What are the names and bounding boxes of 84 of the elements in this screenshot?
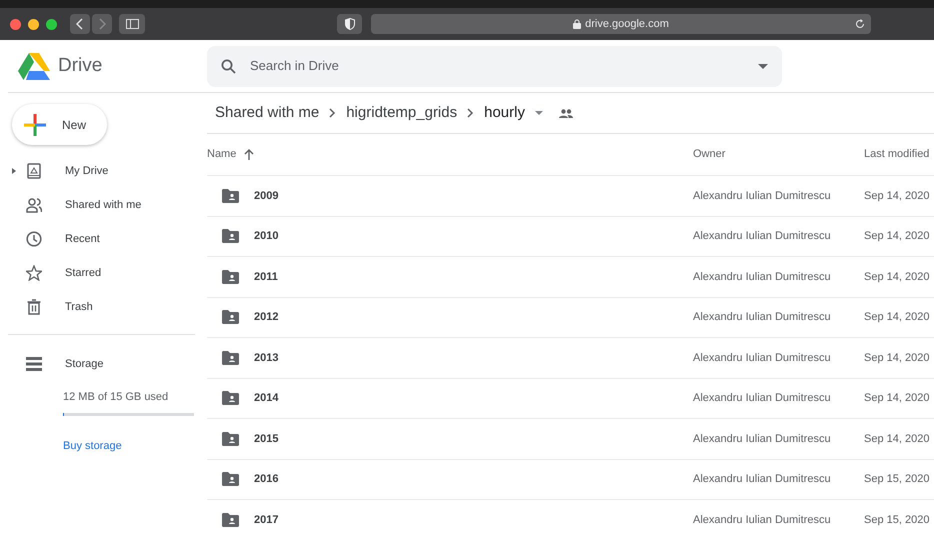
owner-text: Alexandru Iulian Dumitrescu bbox=[693, 432, 831, 444]
dropdown-caret-icon[interactable] bbox=[758, 64, 768, 68]
owner-text: Alexandru Iulian Dumitrescu bbox=[693, 230, 831, 242]
modified-date: Sep 14, 2020 bbox=[864, 392, 930, 404]
owner-text: Alexandru Iulian Dumitrescu bbox=[693, 311, 831, 323]
dropdown-caret-icon[interactable] bbox=[534, 111, 543, 115]
app-name: Drive bbox=[58, 54, 102, 78]
owner-text: Alexandru Iulian Dumitrescu bbox=[693, 190, 831, 202]
sidebar-item[interactable]: Shared with me bbox=[0, 188, 207, 222]
modified-date: Sep 14, 2020 bbox=[864, 230, 930, 242]
drive-icon bbox=[26, 163, 42, 179]
window-control-icon[interactable] bbox=[28, 18, 39, 30]
shared-folder-icon bbox=[222, 432, 239, 446]
file-name[interactable]: 2017 bbox=[254, 512, 278, 528]
file-name[interactable]: 2013 bbox=[254, 350, 278, 366]
file-name[interactable]: 2011 bbox=[254, 268, 278, 285]
storage-usage-text: 12 MB of 15 GB used bbox=[63, 390, 170, 405]
file-name[interactable]: 2010 bbox=[254, 228, 278, 244]
back-icon bbox=[76, 18, 84, 30]
shared-folder-icon bbox=[222, 310, 239, 324]
owner-text: Alexandru Iulian Dumitrescu bbox=[693, 270, 831, 282]
modified-date: Sep 14, 2020 bbox=[864, 432, 930, 444]
file-name[interactable]: 2016 bbox=[254, 471, 278, 488]
sidebar-toggle-button[interactable] bbox=[119, 14, 145, 34]
shared-folder-icon bbox=[222, 350, 239, 365]
owner-text: Alexandru Iulian Dumitrescu bbox=[693, 392, 831, 404]
owner-text: Alexandru Iulian Dumitrescu bbox=[693, 352, 831, 364]
sidebar-item[interactable]: My Drive bbox=[0, 154, 207, 188]
lock-icon bbox=[573, 19, 582, 29]
sidebar-icon bbox=[126, 19, 138, 29]
modified-date: Sep 15, 2020 bbox=[864, 514, 930, 526]
address-bar[interactable]: drive.google.com bbox=[371, 14, 871, 34]
sidebar-item[interactable]: Recent bbox=[0, 222, 207, 256]
window-control-icon[interactable] bbox=[46, 18, 57, 30]
file-name[interactable]: 2015 bbox=[254, 430, 278, 447]
breadcrumb-link[interactable]: Shared with me bbox=[215, 102, 320, 124]
search-bar[interactable]: Search in Drive bbox=[207, 46, 782, 86]
expand-arrow-icon[interactable] bbox=[12, 168, 16, 174]
column-header[interactable]: Owner bbox=[693, 148, 726, 160]
reload-icon[interactable] bbox=[855, 19, 865, 29]
shared-folder-icon bbox=[222, 391, 239, 406]
search-field[interactable]: Search in Drive bbox=[248, 55, 746, 77]
buy-storage-link[interactable]: Buy storage bbox=[63, 438, 122, 454]
star-icon bbox=[26, 265, 42, 281]
people-icon bbox=[26, 197, 42, 213]
shield-button[interactable] bbox=[337, 14, 362, 34]
new-button[interactable]: New bbox=[12, 104, 107, 145]
modified-date: Sep 14, 2020 bbox=[864, 352, 930, 364]
file-name[interactable]: 2012 bbox=[254, 309, 278, 326]
file-name[interactable]: 2009 bbox=[254, 188, 278, 204]
chevron-right-icon bbox=[467, 108, 474, 118]
column-header[interactable]: Last modified bbox=[864, 148, 930, 160]
trash-icon bbox=[26, 299, 42, 315]
file-name[interactable]: 2014 bbox=[254, 390, 278, 406]
shared-folder-icon bbox=[222, 188, 239, 203]
storage-item[interactable]: Storage bbox=[0, 347, 207, 381]
modified-date: Sep 15, 2020 bbox=[864, 473, 930, 485]
owner-text: Alexandru Iulian Dumitrescu bbox=[693, 473, 831, 485]
url-text: drive.google.com bbox=[585, 16, 669, 32]
storage-icon bbox=[26, 357, 42, 371]
plus-icon bbox=[24, 114, 46, 136]
shield-icon bbox=[344, 18, 354, 30]
shared-folder-icon bbox=[222, 512, 239, 527]
clock-icon bbox=[26, 231, 42, 247]
modified-date: Sep 14, 2020 bbox=[864, 190, 930, 202]
breadcrumb-link[interactable]: hourly bbox=[484, 102, 525, 124]
column-header[interactable]: Name bbox=[207, 146, 236, 163]
people-icon bbox=[558, 108, 573, 118]
modified-date: Sep 14, 2020 bbox=[864, 311, 930, 323]
back-button[interactable] bbox=[70, 14, 90, 34]
shared-folder-icon bbox=[222, 229, 239, 244]
shared-folder-icon bbox=[222, 472, 239, 486]
sidebar-item[interactable]: Trash bbox=[0, 290, 207, 324]
modified-date: Sep 14, 2020 bbox=[864, 270, 930, 282]
chevron-right-icon bbox=[329, 108, 336, 118]
drive-logo-icon bbox=[18, 52, 50, 80]
breadcrumb-link[interactable]: higridtemp_grids bbox=[346, 102, 458, 124]
shared-folder-icon bbox=[222, 270, 239, 284]
search-icon bbox=[221, 58, 236, 74]
window-control-icon[interactable] bbox=[10, 18, 21, 30]
forward-icon bbox=[98, 18, 106, 30]
owner-text: Alexandru Iulian Dumitrescu bbox=[693, 514, 831, 526]
sidebar-item[interactable]: Starred bbox=[0, 256, 207, 290]
sort-arrow-up-icon[interactable] bbox=[244, 149, 254, 160]
